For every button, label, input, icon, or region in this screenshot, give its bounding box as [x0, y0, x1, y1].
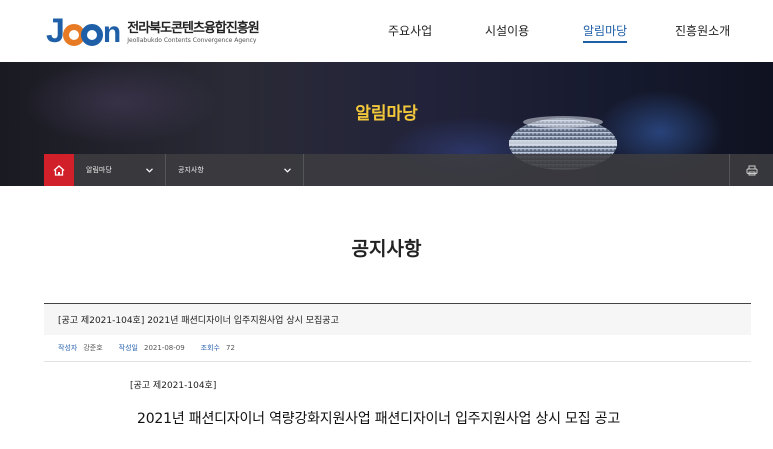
board-view: [공고 제2021-104호] 2021년 패션디자이너 입주지원사업 상시 모…: [44, 303, 751, 428]
chevron-down-icon: [146, 167, 153, 173]
date-value: 2021-08-09: [143, 344, 185, 352]
post-subject: [공고 제2021-104호] 2021년 패션디자이너 입주지원사업 상시 모…: [44, 303, 751, 335]
nav-item-notice-board[interactable]: 알림마당: [583, 22, 628, 43]
location-depth1-dropdown[interactable]: 알림마당: [74, 154, 166, 186]
nav-item-about[interactable]: 진흥원소개: [675, 22, 730, 39]
location-depth2-label: 공지사항: [178, 166, 204, 174]
location-depth2-dropdown[interactable]: 공지사항: [166, 154, 304, 186]
sub-visual-banner: 알림마당 알림마당 공지사항: [0, 62, 773, 186]
location-depth1-label: 알림마당: [86, 166, 112, 174]
date-label: 작성일: [118, 344, 138, 352]
print-button[interactable]: [729, 154, 773, 186]
nav-item-main-business[interactable]: 주요사업: [388, 22, 432, 39]
nav-item-facility[interactable]: 시설이용: [485, 22, 529, 39]
chevron-down-icon: [284, 167, 291, 173]
print-icon: [746, 165, 757, 175]
location-bar: 알림마당 공지사항: [44, 154, 773, 186]
views-label: 조회수: [200, 344, 220, 352]
post-body: [공고 제2021-104호] 2021년 패션디자이너 역량강화지원사업 패션…: [44, 362, 751, 428]
site-header: J n 전라북도콘텐츠융합진흥원 Jeollabukdo Contents Co…: [0, 0, 773, 62]
page-title: 공지사항: [351, 238, 422, 260]
author-label: 작성자: [58, 344, 78, 352]
post-meta: 작성자 강준호 작성일 2021-08-09 조회수 72: [44, 335, 751, 362]
notice-title: 2021년 패션디자이너 역량강화지원사업 패션디자이너 입주지원사업 상시 모…: [137, 411, 621, 427]
notice-number: [공고 제2021-104호]: [130, 381, 217, 391]
home-button[interactable]: [44, 154, 74, 186]
banner-title: 알림마당: [355, 104, 418, 124]
views-value: 72: [226, 344, 235, 352]
author-value: 강준호: [83, 344, 103, 352]
main-navigation: 주요사업 시설이용 알림마당 진흥원소개: [0, 22, 773, 43]
home-icon: [53, 164, 65, 176]
